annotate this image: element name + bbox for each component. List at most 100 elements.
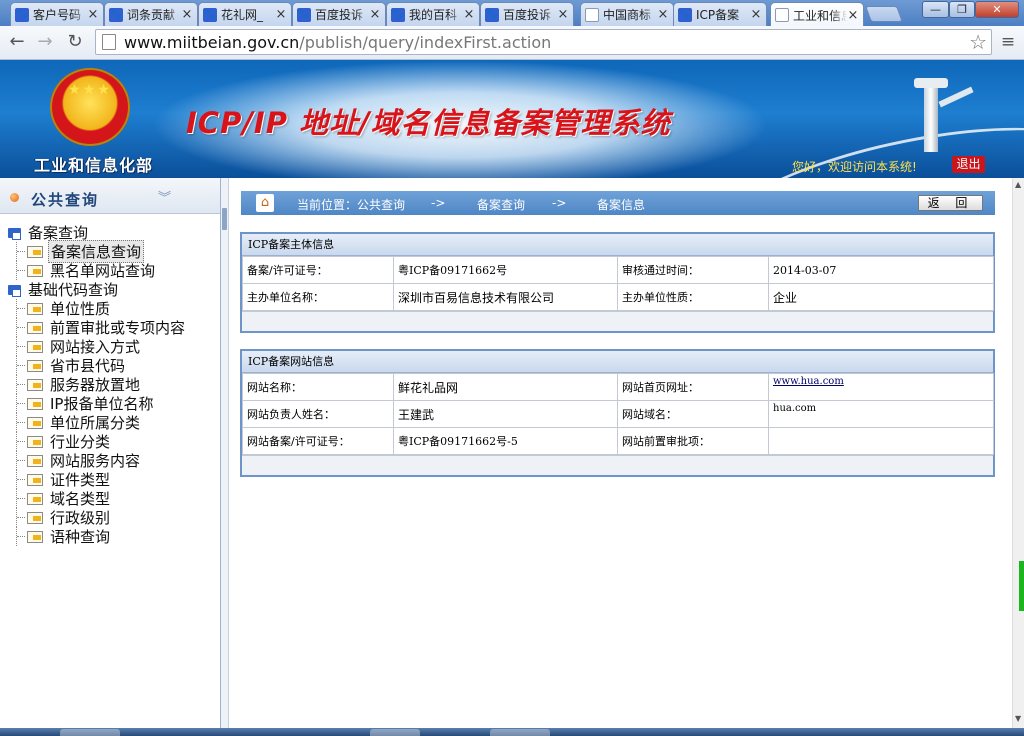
logout-button[interactable]: 退出 — [952, 156, 985, 173]
sidebar-header[interactable]: 公共查询 ︾ — [0, 178, 220, 214]
browser-tab[interactable]: 工业和信息化部× — [770, 2, 864, 27]
close-window-icon[interactable]: ✕ — [975, 1, 1019, 18]
sidebar-item[interactable]: 行业分类 — [16, 432, 112, 451]
reload-icon[interactable]: ↻ — [63, 30, 87, 54]
close-tab-icon[interactable]: × — [463, 7, 475, 22]
forward-arrow-icon[interactable]: → — [33, 30, 57, 54]
close-tab-icon[interactable]: × — [275, 7, 287, 22]
panel-title: ICP备案主体信息 — [242, 234, 993, 256]
browser-tab[interactable]: 🐾 ICP备案 × — [673, 2, 767, 26]
browser-tab[interactable]: 🐾 我的百科 × — [386, 2, 480, 26]
taskbar-button[interactable] — [370, 729, 420, 736]
table-row: 网站负责人姓名： 王建武 网站域名： hua.com — [242, 400, 994, 428]
close-tab-icon[interactable]: × — [847, 8, 859, 23]
tree-folder[interactable]: 基础代码查询 — [8, 280, 118, 299]
sidebar-item[interactable]: 行政级别 — [16, 508, 112, 527]
home-icon[interactable]: ⌂ — [256, 194, 274, 212]
document-icon — [27, 359, 43, 372]
browser-tab[interactable]: 🐾 百度投诉 × — [480, 2, 574, 26]
menu-icon[interactable]: ≡ — [998, 32, 1018, 52]
address-bar[interactable]: www.miitbeian.gov.cn/publish/query/index… — [95, 29, 992, 55]
close-tab-icon[interactable]: × — [87, 7, 99, 22]
minimize-icon[interactable]: — — [922, 1, 949, 18]
sidebar-item[interactable]: 域名类型 — [16, 489, 112, 508]
collapse-handle-icon[interactable] — [222, 208, 227, 230]
sidebar-item[interactable]: 省市县代码 — [16, 356, 127, 375]
close-tab-icon[interactable]: × — [657, 7, 669, 22]
sidebar-item[interactable]: 网站接入方式 — [16, 337, 142, 356]
document-icon — [27, 435, 43, 448]
org-type-label: 主办单位性质： — [617, 283, 769, 311]
sidebar-item-label: 省市县代码 — [50, 357, 126, 375]
browser-toolbar: ← → ↻ www.miitbeian.gov.cn/publish/query… — [0, 26, 1024, 60]
side-green-marker — [1019, 561, 1024, 611]
sidebar-item-label: 服务器放置地 — [50, 376, 141, 394]
sidebar-item-label: 行政级别 — [50, 509, 111, 527]
main-content: ⌂ 当前位置：公共查询 -> 备案查询 -> 备案信息 返 回 ICP备案主体信… — [230, 178, 1012, 728]
sidebar-item-label: IP报备单位名称 — [50, 395, 154, 413]
website-info-panel: ICP备案网站信息 网站名称： 鲜花礼品网 网站首页网址： www.hua.co… — [240, 349, 995, 477]
breadcrumb: ⌂ 当前位置：公共查询 -> 备案查询 -> 备案信息 — [241, 191, 995, 215]
document-icon — [27, 492, 43, 505]
chevron-down-icon[interactable]: ︾ — [158, 187, 171, 206]
new-tab-button[interactable] — [865, 6, 903, 22]
paw-icon: 🐾 — [297, 7, 311, 22]
sidebar-item[interactable]: 网站服务内容 — [16, 451, 142, 470]
sidebar-item[interactable]: 语种查询 — [16, 527, 112, 546]
table-row: 网站备案/许可证号： 粤ICP备09171662号-5 网站前置审批项： — [242, 427, 994, 455]
sidebar-item[interactable]: 单位性质 — [16, 299, 112, 318]
sidebar-item[interactable]: 证件类型 — [16, 470, 112, 489]
tab-title: 词条贡献 — [127, 8, 176, 22]
back-arrow-icon[interactable]: ← — [5, 30, 29, 54]
sidebar-item-label: 前置审批或专项内容 — [50, 319, 186, 337]
close-tab-icon[interactable]: × — [369, 7, 381, 22]
paw-icon: 🐾 — [15, 7, 29, 22]
subject-info-panel: ICP备案主体信息 备案/许可证号： 粤ICP备09171662号 审核通过时间… — [240, 232, 995, 333]
document-icon — [27, 530, 43, 543]
site-name-value: 鲜花礼品网 — [393, 373, 618, 401]
breadcrumb-arrow: -> — [552, 196, 567, 210]
sidebar-item-label: 单位性质 — [50, 300, 111, 318]
sidebar-item[interactable]: IP报备单位名称 — [16, 394, 155, 413]
sidebar-item[interactable]: 服务器放置地 — [16, 375, 142, 394]
maximize-icon[interactable]: ❐ — [949, 1, 975, 18]
document-icon — [27, 321, 43, 334]
frame-splitter[interactable] — [221, 178, 229, 728]
sidebar-item[interactable]: 单位所属分类 — [16, 413, 142, 432]
bookmark-star-icon[interactable]: ☆ — [969, 30, 987, 54]
subject-info-table: 备案/许可证号： 粤ICP备09171662号 审核通过时间： 2014-03-… — [242, 256, 994, 311]
close-tab-icon[interactable]: × — [557, 7, 569, 22]
page-scrollbar[interactable]: ▲ ▼ — [1012, 178, 1024, 728]
domain-label: 网站域名： — [617, 400, 769, 428]
scroll-down-icon[interactable]: ▼ — [1015, 714, 1021, 723]
scroll-up-icon[interactable]: ▲ — [1015, 180, 1021, 189]
return-button[interactable]: 返 回 — [918, 195, 983, 211]
domain-value: hua.com — [768, 400, 994, 428]
paw-icon: 🐾 — [485, 7, 499, 22]
table-row: 主办单位名称： 深圳市百易信息技术有限公司 主办单位性质： 企业 — [242, 283, 994, 311]
browser-tab[interactable]: 🐾 花礼网_ × — [198, 2, 292, 26]
taskbar-button[interactable] — [490, 729, 550, 736]
system-title: ICP/IP 地址/域名信息备案管理系统 — [186, 106, 671, 140]
close-tab-icon[interactable]: × — [750, 7, 762, 22]
taskbar-button[interactable] — [60, 729, 120, 736]
ministry-name: 工业和信息化部 — [34, 156, 154, 175]
paw-icon: 🐾 — [391, 7, 405, 22]
table-row: 备案/许可证号： 粤ICP备09171662号 审核通过时间： 2014-03-… — [242, 256, 994, 284]
sidebar-item[interactable]: 备案信息查询 — [16, 240, 145, 263]
browser-tab[interactable]: 🐾 词条贡献 × — [104, 2, 198, 26]
sidebar-item[interactable]: 前置审批或专项内容 — [16, 318, 187, 337]
sidebar-item[interactable]: 黑名单网站查询 — [16, 261, 157, 280]
browser-tab[interactable]: 🐾 百度投诉 × — [292, 2, 386, 26]
tab-title: 百度投诉 — [503, 8, 552, 22]
tab-title: 花礼网_ — [221, 8, 264, 22]
sidebar-title: 公共查询 — [31, 191, 100, 209]
browser-tab[interactable]: 🐾 客户号码 × — [10, 2, 104, 26]
close-tab-icon[interactable]: × — [181, 7, 193, 22]
document-icon — [27, 473, 43, 486]
sidebar-item-label: 单位所属分类 — [50, 414, 141, 432]
folder-icon — [8, 284, 22, 297]
tab-title: 工业和信息化部 — [793, 8, 847, 23]
home-url-link[interactable]: www.hua.com — [773, 376, 844, 387]
browser-tab[interactable]: 中国商标 × — [580, 2, 674, 26]
